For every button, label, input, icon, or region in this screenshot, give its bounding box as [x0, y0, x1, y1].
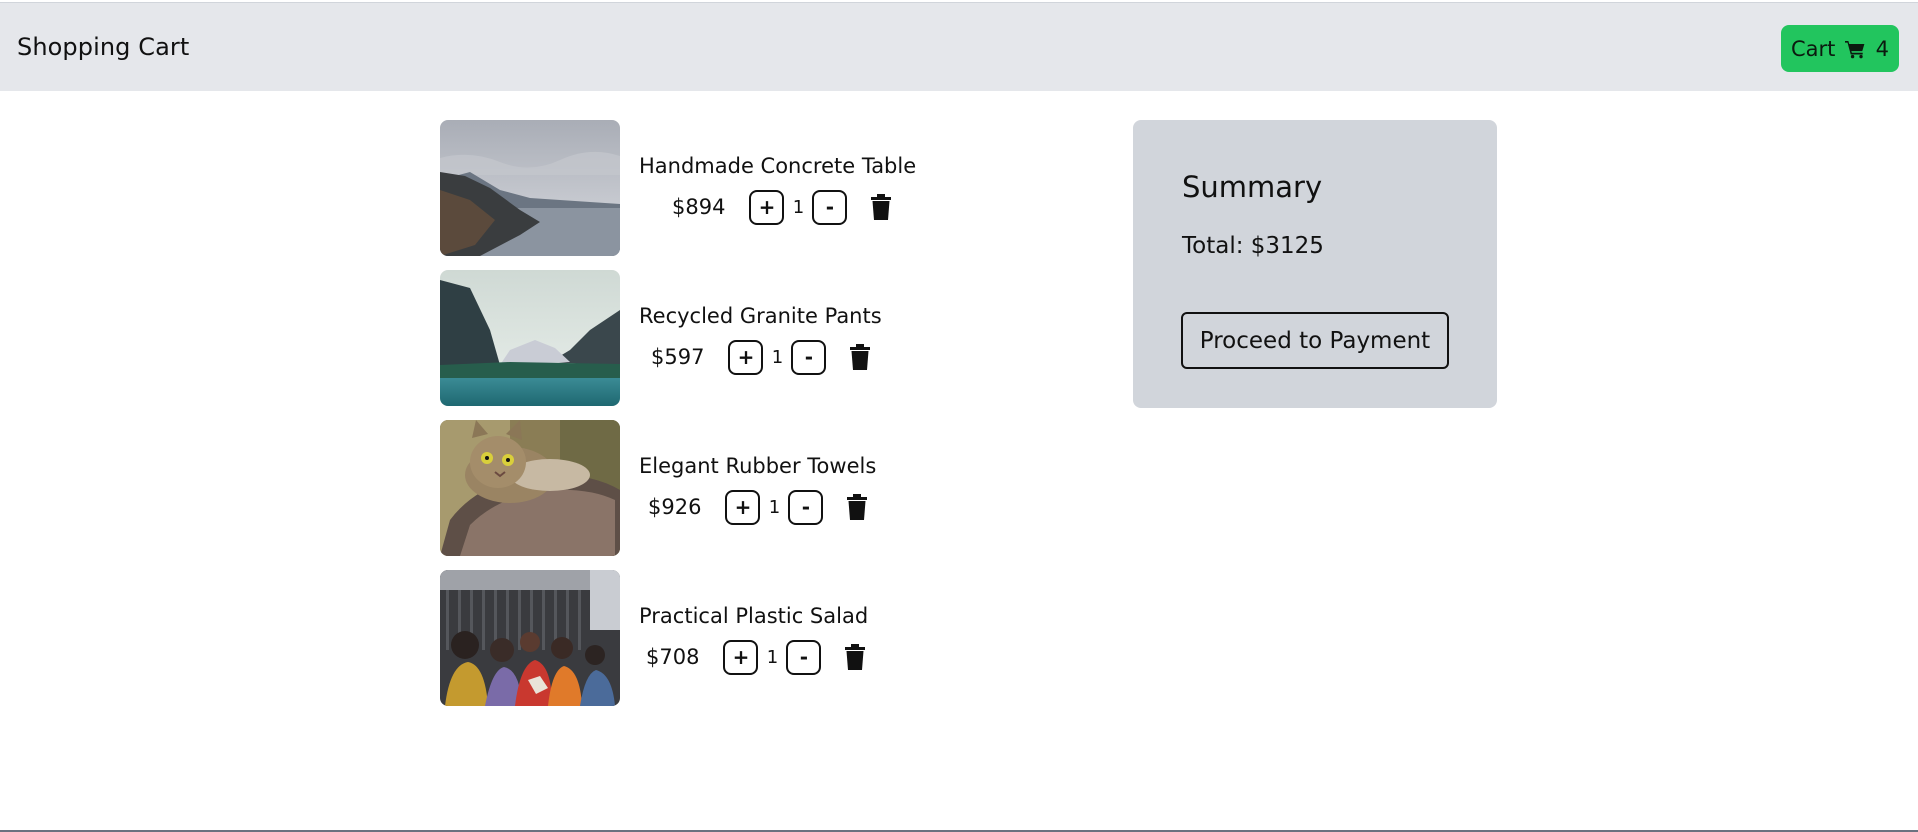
- product-image: [440, 420, 620, 556]
- product-name: Practical Plastic Salad: [639, 604, 869, 628]
- item-controls: $708 + 1 -: [646, 638, 866, 676]
- increment-button[interactable]: +: [723, 639, 759, 675]
- item-controls: $894 + 1 -: [672, 188, 892, 226]
- trash-icon[interactable]: [850, 344, 871, 370]
- product-image: [440, 570, 620, 706]
- decrement-button[interactable]: -: [791, 339, 827, 375]
- product-name: Recycled Granite Pants: [639, 304, 882, 328]
- top-navbar: Shopping Cart Cart 4: [0, 2, 1918, 91]
- quantity-value: 1: [766, 646, 779, 668]
- trash-icon[interactable]: [871, 194, 892, 220]
- cart-item: Handmade Concrete Table $894 + 1 -: [440, 120, 1000, 256]
- decrement-button[interactable]: -: [786, 639, 822, 675]
- page-title: Shopping Cart: [17, 33, 190, 61]
- decrement-button[interactable]: -: [812, 189, 848, 225]
- item-controls: $926 + 1 -: [648, 488, 868, 526]
- quantity-value: 1: [792, 196, 805, 218]
- product-name: Elegant Rubber Towels: [639, 454, 877, 478]
- increment-button[interactable]: +: [749, 189, 785, 225]
- product-name: Handmade Concrete Table: [639, 154, 917, 178]
- product-price: $708: [646, 645, 700, 669]
- summary-title: Summary: [1182, 170, 1323, 204]
- quantity-value: 1: [771, 346, 784, 368]
- trash-icon[interactable]: [845, 644, 866, 670]
- order-summary-panel: Summary Total: $3125 Proceed to Payment: [1133, 120, 1497, 408]
- item-controls: $597 + 1 -: [651, 338, 871, 376]
- product-image: [440, 270, 620, 406]
- cart-item: Elegant Rubber Towels $926 + 1 -: [440, 420, 1000, 556]
- cart-item: Practical Plastic Salad $708 + 1 -: [440, 570, 1000, 706]
- product-price: $597: [651, 345, 705, 369]
- decrement-button[interactable]: -: [788, 489, 824, 525]
- summary-total: Total: $3125: [1182, 233, 1324, 259]
- product-price: $894: [672, 195, 726, 219]
- cart-count-badge: 4: [1875, 36, 1889, 61]
- quantity-value: 1: [768, 496, 781, 518]
- cart-icon: [1845, 40, 1865, 58]
- trash-icon[interactable]: [847, 494, 868, 520]
- cart-label: Cart: [1791, 36, 1836, 61]
- cart-button[interactable]: Cart 4: [1781, 25, 1899, 72]
- proceed-to-payment-button[interactable]: Proceed to Payment: [1181, 312, 1449, 369]
- product-image: [440, 120, 620, 256]
- increment-button[interactable]: +: [728, 339, 764, 375]
- product-price: $926: [648, 495, 702, 519]
- increment-button[interactable]: +: [725, 489, 761, 525]
- cart-item: Recycled Granite Pants $597 + 1 -: [440, 270, 1000, 406]
